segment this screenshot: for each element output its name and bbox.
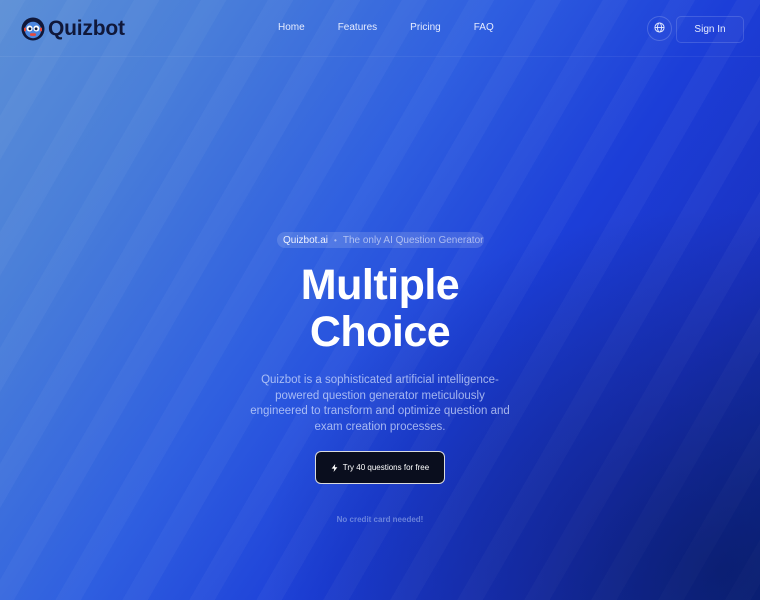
- badge-separator: •: [334, 235, 337, 245]
- main-nav: Home Features Pricing FAQ: [278, 22, 527, 33]
- try-free-label: Try 40 questions for free: [342, 463, 430, 472]
- badge-text: The only AI Question Generator: [342, 234, 484, 246]
- badge-brand: Quizbot.ai: [283, 234, 329, 246]
- no-credit-card-note: No credit card needed!: [336, 515, 424, 524]
- top-navbar: Quizbot Home Features Pricing FAQ Sign I…: [0, 0, 760, 57]
- language-button[interactable]: [647, 16, 672, 41]
- hero-description: Quizbot is a sophisticated artificial in…: [250, 374, 510, 433]
- nav-home[interactable]: Home: [278, 22, 305, 33]
- lightning-bolt-icon: [331, 463, 338, 472]
- globe-icon: [654, 20, 665, 38]
- hero-title: Multiple Choice: [0, 262, 760, 356]
- hero-title-line2: Choice: [309, 308, 451, 356]
- brand-name: Quizbot: [48, 17, 125, 40]
- hero-badge: Quizbot.ai • The only AI Question Genera…: [277, 232, 484, 248]
- sign-in-button[interactable]: Sign In: [676, 16, 744, 43]
- nav-faq[interactable]: FAQ: [474, 22, 494, 33]
- nav-pricing[interactable]: Pricing: [410, 22, 441, 33]
- brand-logo[interactable]: Quizbot: [21, 17, 125, 41]
- robot-face-icon: [21, 17, 45, 41]
- try-free-button[interactable]: Try 40 questions for free: [315, 451, 445, 484]
- hero-title-line1: Multiple: [300, 261, 460, 309]
- nav-features[interactable]: Features: [338, 22, 377, 33]
